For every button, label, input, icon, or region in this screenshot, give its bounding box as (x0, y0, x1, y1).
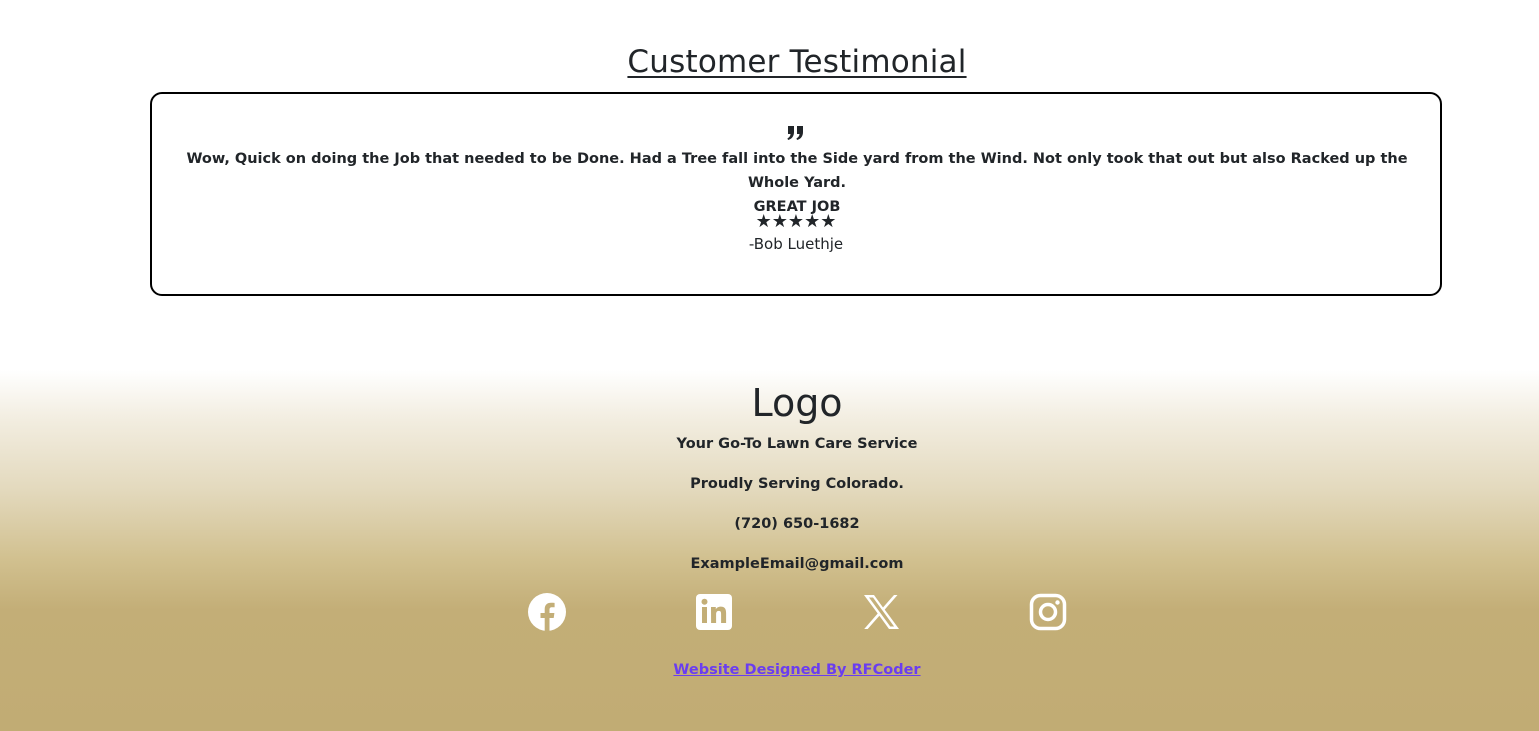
footer-phone: (720) 650-1682 (734, 516, 860, 532)
instagram-icon[interactable] (1028, 592, 1068, 632)
footer-tagline: Your Go-To Lawn Care Service (676, 436, 918, 452)
reviewer-name: -Bob Luethje (748, 235, 844, 253)
social-links (0, 592, 1539, 634)
facebook-icon[interactable] (527, 592, 567, 632)
linkedin-icon[interactable] (694, 592, 734, 632)
review-line: Wow, Quick on doing the Job that needed … (186, 151, 1408, 191)
footer-email: ExampleEmail@gmail.com (690, 556, 904, 572)
review-text: Wow, Quick on doing the Job that needed … (172, 147, 1422, 219)
testimonial-section: Customer Testimonial Wow, Quick on doing… (0, 0, 1539, 370)
footer-logo: Logo (751, 381, 843, 425)
footer-service-area: Proudly Serving Colorado. (690, 476, 904, 492)
quote-icon (152, 125, 1440, 145)
star-rating: ★★★★★ (755, 211, 837, 232)
designer-credit: Website Designed By RFCoder (0, 660, 1539, 680)
footer: Logo Your Go-To Lawn Care Service Proudl… (0, 370, 1539, 731)
testimonial-card: Wow, Quick on doing the Job that needed … (150, 92, 1442, 296)
section-title: Customer Testimonial (627, 44, 967, 80)
x-icon[interactable] (861, 592, 901, 632)
designer-link[interactable]: Website Designed By RFCoder (673, 662, 920, 678)
